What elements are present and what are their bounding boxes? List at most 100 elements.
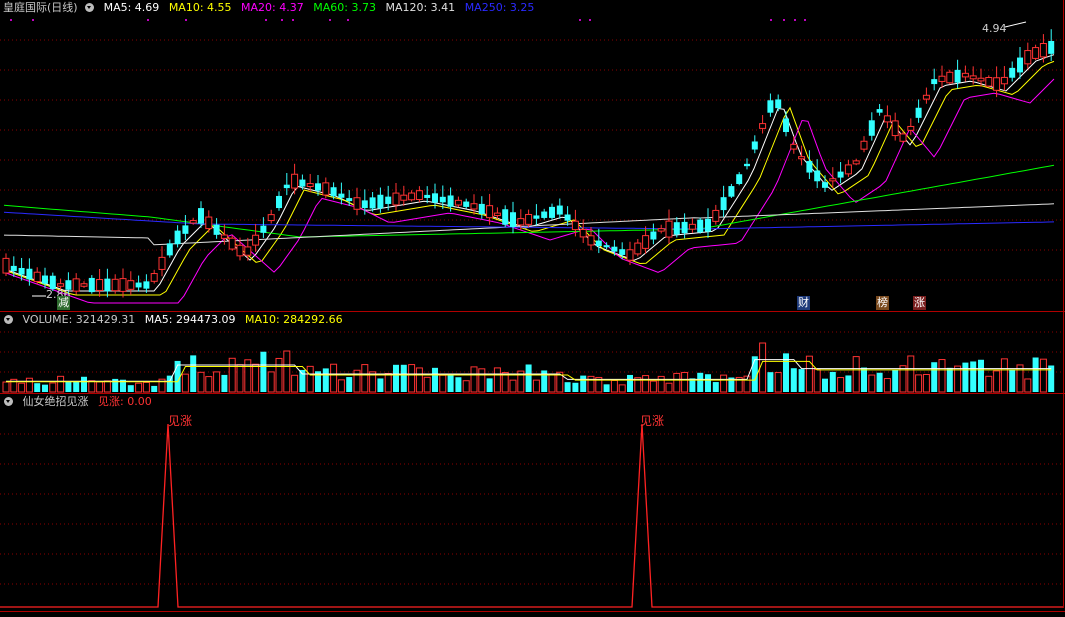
volume-bar [65,381,72,392]
high-arrow [1004,21,1027,28]
candle [790,143,798,150]
volume-bar [822,378,828,392]
signal-dot [770,19,772,21]
volume-bar [665,382,673,393]
candle [42,275,48,284]
candle [18,267,25,275]
volume-bar [470,366,478,393]
volume-bar [151,385,158,392]
indicator-panel[interactable]: 仙女绝招见涨 见涨: 0.00 见涨 见涨 [0,394,1065,608]
candle [486,205,494,219]
candle [104,278,111,292]
volume-bar [18,382,26,393]
candle [595,240,602,247]
candle [10,265,17,272]
candle [844,164,852,175]
price-chart-panel[interactable]: 皇庭国际(日线) MA5: 4.69 MA10: 4.55 MA20: 4.37… [0,0,1065,312]
candle [938,75,946,82]
candle [564,214,571,221]
candle [213,224,220,235]
volume-bar [868,374,876,393]
ma120-label: MA120: 3.41 [385,1,456,14]
badge-rank[interactable]: 榜 [876,296,889,310]
signal-dot [783,19,785,21]
volume-bar [455,377,462,392]
volume-bar [408,364,416,393]
candle [182,225,189,234]
signal-dot [794,19,796,21]
volume-bar [509,379,517,393]
volume-bar [618,384,626,393]
volume-bar [423,376,431,393]
candle [385,196,392,204]
candle [267,214,275,222]
volume-bar [532,379,540,393]
candle [447,195,454,207]
volume-bar [525,364,532,392]
badge-finance[interactable]: 财 [797,296,810,310]
candle [283,184,290,189]
candle [922,94,930,100]
volume-bar [135,382,143,393]
volume-bar [705,374,711,392]
volume-bar [88,380,96,393]
volume-bar [697,372,704,392]
volume-bar [127,385,134,392]
dropdown-icon[interactable] [4,314,13,324]
volume-bar [2,381,10,393]
candlestick-chart[interactable] [0,0,1065,311]
dropdown-icon[interactable] [85,2,95,12]
volume-panel[interactable]: VOLUME: 321429.31 MA5: 294473.09 MA10: 2… [0,312,1065,394]
candle [57,283,65,287]
candle [478,203,485,215]
candle [899,133,907,142]
candle [642,235,650,249]
volume-bar [649,380,657,393]
candle [189,220,197,224]
candle [969,75,977,80]
candle [322,182,330,196]
volume-bar [861,367,867,392]
candle [946,71,954,84]
candle [369,197,376,209]
candle [127,280,135,290]
volume-bar [642,375,650,393]
badge-rise[interactable]: 涨 [913,296,926,310]
volume-bar [337,379,345,393]
badge-reduce[interactable]: 减 [57,296,70,310]
volume-bar [330,363,338,393]
candle [143,281,150,289]
signal-label-2: 见涨 [640,414,665,428]
dropdown-icon[interactable] [4,396,13,406]
candle [80,283,88,287]
candle [88,277,95,293]
indicator-chart[interactable] [0,394,1065,608]
volume-bar [978,359,984,392]
volume-bar [548,374,556,393]
candle [822,182,828,188]
volume-bar [852,356,860,393]
signal-line [0,423,1063,608]
volume-bar [346,377,353,392]
candle [432,193,438,203]
candle [158,256,166,270]
volume-bar [970,361,977,392]
candle [330,187,337,197]
candle [377,194,384,209]
volume-bar [610,379,618,393]
candle [891,120,899,137]
volume-bar [1032,357,1039,392]
right-border [1063,394,1064,608]
candle [236,244,244,257]
candle [961,72,969,78]
candle [783,118,789,133]
signal-label-1: 见涨 [168,414,193,428]
volume-bar [829,371,836,392]
candle [533,215,540,219]
volume-bar [236,364,244,393]
candle [556,205,563,215]
volume-bar [213,371,221,393]
candle [1048,41,1055,54]
candle [728,186,735,197]
candle [611,246,618,252]
